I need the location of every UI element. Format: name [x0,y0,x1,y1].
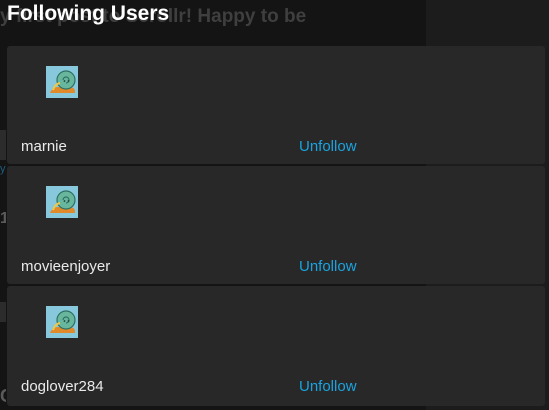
following-user-card: marnie Unfollow [7,46,545,164]
snail-avatar-icon [46,186,78,218]
snail-avatar-icon [46,306,78,338]
background-number-fragment: 1 [0,210,6,227]
unfollow-button[interactable]: Unfollow [299,138,357,156]
username: movieenjoyer [21,258,111,275]
unfollow-button[interactable]: Unfollow [299,378,357,396]
snail-avatar-icon [46,66,78,98]
background-strip [0,302,6,322]
following-user-card: movieenjoyer Unfollow [7,166,545,284]
username: doglover284 [21,378,104,395]
username: marnie [21,138,67,155]
following-user-card: doglover284 Unfollow [7,286,545,406]
modal-title: Following Users [7,2,170,25]
background-text-fragment: C [0,386,6,407]
unfollow-button[interactable]: Unfollow [299,258,357,276]
background-link-fragment: y [0,163,6,175]
background-strip [0,130,6,160]
